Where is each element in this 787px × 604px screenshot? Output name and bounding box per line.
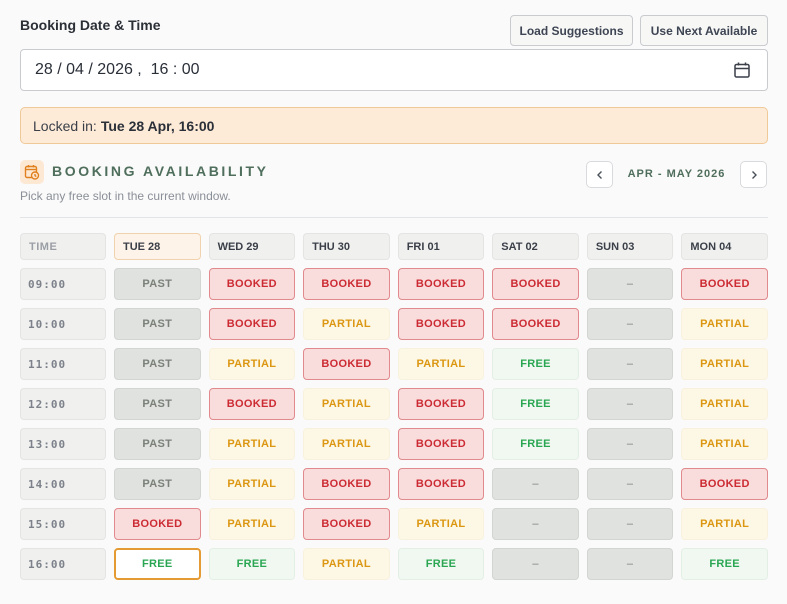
prev-week-button[interactable]: [586, 161, 613, 188]
slot-cell: PAST: [114, 348, 201, 380]
day-header: MON 04: [681, 233, 768, 260]
availability-subtitle: Pick any free slot in the current window…: [20, 189, 231, 203]
slot-cell: –: [586, 388, 674, 420]
slot-cell[interactable]: FREE: [492, 388, 579, 420]
slot-cell: BOOKED: [397, 388, 485, 420]
availability-grid: TIME TUE 28 WED 29 THU 30 FRI 01 SAT 02 SUN 03…: [20, 233, 768, 580]
slot-cell[interactable]: FREE: [397, 548, 485, 580]
slot-cell: BOOKED: [208, 388, 296, 420]
time-slot-label: 13:00: [20, 428, 106, 460]
slot-cell: –: [586, 428, 674, 460]
slot-cell[interactable]: FREE: [492, 348, 579, 380]
slot-cell[interactable]: FREE: [492, 428, 579, 460]
chevron-left-icon: [596, 170, 602, 179]
time-slot-label: 09:00: [20, 268, 106, 300]
calendar-icon[interactable]: [733, 61, 751, 79]
slot-cell: –: [586, 348, 674, 380]
day-header: FRI 01: [397, 233, 485, 260]
slot-cell[interactable]: FREE: [681, 548, 768, 580]
section-divider: [20, 217, 768, 218]
slot-cell: BOOKED: [397, 308, 485, 340]
slot-cell: BOOKED: [492, 268, 579, 300]
slot-cell[interactable]: PARTIAL: [397, 348, 485, 380]
slot-cell: BOOKED: [397, 468, 485, 500]
locked-in-prefix: Locked in:: [33, 117, 97, 134]
slot-cell: BOOKED: [208, 308, 296, 340]
load-suggestions-button[interactable]: Load Suggestions: [510, 15, 633, 46]
day-header: SAT 02: [492, 233, 579, 260]
slot-cell: BOOKED: [208, 268, 296, 300]
slot-cell: BOOKED: [303, 508, 390, 540]
day-header: WED 29: [208, 233, 296, 260]
time-slot-label: 16:00: [20, 548, 106, 580]
slot-cell: BOOKED: [492, 308, 579, 340]
slot-cell[interactable]: PARTIAL: [681, 348, 768, 380]
slot-cell: –: [586, 468, 674, 500]
time-slot-label: 15:00: [20, 508, 106, 540]
day-header: TUE 28: [114, 233, 201, 260]
time-column-header: TIME: [20, 233, 106, 260]
slot-cell: PAST: [114, 428, 201, 460]
slot-cell[interactable]: PARTIAL: [303, 308, 390, 340]
slot-cell: –: [586, 548, 674, 580]
slot-cell[interactable]: PARTIAL: [208, 428, 296, 460]
slot-cell: –: [586, 308, 674, 340]
datetime-value: 28 / 04 / 2026 , 16 : 00: [35, 61, 200, 78]
slot-cell[interactable]: PARTIAL: [208, 348, 296, 380]
slot-cell: PAST: [114, 388, 201, 420]
next-week-button[interactable]: [740, 161, 767, 188]
slot-cell: –: [586, 268, 674, 300]
slot-cell: BOOKED: [303, 268, 390, 300]
slot-cell: –: [492, 548, 579, 580]
slot-cell: BOOKED: [397, 268, 485, 300]
slot-cell: BOOKED: [114, 508, 201, 540]
locked-in-value: Tue 28 Apr, 16:00: [100, 117, 215, 134]
slot-cell: BOOKED: [397, 428, 485, 460]
slot-cell[interactable]: PARTIAL: [208, 468, 296, 500]
slot-cell[interactable]: PARTIAL: [681, 388, 768, 420]
selected-slot-cell[interactable]: FREE: [114, 548, 201, 580]
day-header: THU 30: [303, 233, 390, 260]
slot-cell[interactable]: PARTIAL: [303, 388, 390, 420]
slot-cell[interactable]: PARTIAL: [397, 508, 485, 540]
slot-cell: BOOKED: [303, 468, 390, 500]
slot-cell[interactable]: PARTIAL: [303, 548, 390, 580]
slot-cell[interactable]: PARTIAL: [303, 428, 390, 460]
slot-cell[interactable]: PARTIAL: [681, 308, 768, 340]
slot-cell: –: [492, 468, 579, 500]
time-slot-label: 10:00: [20, 308, 106, 340]
slot-cell[interactable]: PARTIAL: [681, 428, 768, 460]
locked-in-banner: Locked in: Tue 28 Apr, 16:00: [20, 107, 768, 144]
slot-cell: BOOKED: [681, 268, 768, 300]
time-slot-label: 14:00: [20, 468, 106, 500]
booking-datetime-input[interactable]: 28 / 04 / 2026 , 16 : 00: [20, 49, 768, 91]
slot-cell[interactable]: PARTIAL: [208, 508, 296, 540]
slot-cell[interactable]: PARTIAL: [681, 508, 768, 540]
day-header: SUN 03: [586, 233, 674, 260]
use-next-available-button[interactable]: Use Next Available: [640, 15, 768, 46]
slot-cell: PAST: [114, 268, 201, 300]
slot-cell[interactable]: FREE: [208, 548, 296, 580]
date-range-label: APR - MAY 2026: [627, 168, 726, 180]
calendar-clock-icon: [20, 160, 44, 184]
time-slot-label: 12:00: [20, 388, 106, 420]
chevron-right-icon: [751, 170, 757, 179]
time-slot-label: 11:00: [20, 348, 106, 380]
availability-title: BOOKING AVAILABILITY: [52, 163, 269, 179]
slot-cell: –: [492, 508, 579, 540]
slot-cell: BOOKED: [681, 468, 768, 500]
slot-cell: BOOKED: [303, 348, 390, 380]
booking-datetime-label: Booking Date & Time: [20, 17, 161, 33]
slot-cell: PAST: [114, 468, 201, 500]
slot-cell: –: [586, 508, 674, 540]
slot-cell: PAST: [114, 308, 201, 340]
